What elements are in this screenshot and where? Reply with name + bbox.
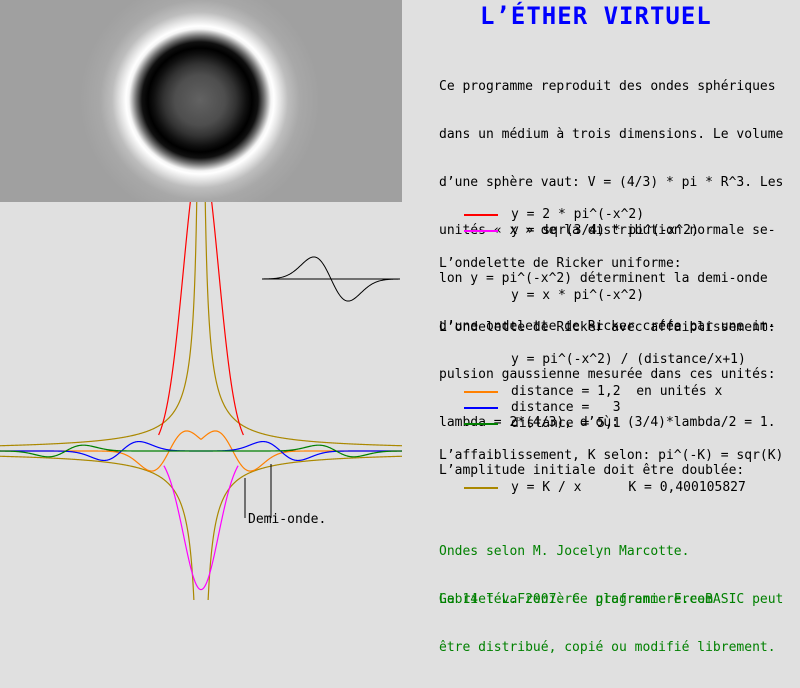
ricker-damped-equation: y = pi^(-x^2) / (distance/x+1) [511, 352, 746, 367]
license-line: être distribué, copié ou modifié libreme… [439, 640, 776, 655]
intro-line: L’amplitude initiale doit être doublée: [439, 463, 745, 478]
license-line: Le 14 fév. 2007. Ce programme FreeBASIC … [439, 592, 784, 607]
intro-line: dans un médium à trois dimensions. Le vo… [439, 127, 784, 142]
k-curve-upper-left [0, 202, 198, 447]
page-title: L’ÉTHER VIRTUEL [480, 2, 712, 30]
legend-swatch-green [464, 423, 498, 425]
intro-paragraph: Ce programme reproduit des ondes sphériq… [439, 47, 783, 511]
gaussian-red-line [158, 202, 244, 436]
license-text: Le 14 fév. 2007. Ce programme FreeBASIC … [439, 560, 783, 688]
k-curve-lower-left [0, 455, 195, 600]
legend-label-orange: distance = 1,2 en unités x [511, 384, 723, 399]
k-legend-label: y = K / x K = 0,400105827 [511, 480, 746, 495]
k-curve-lower-right [207, 455, 402, 600]
ricker-uniform-label: L’ondelette de Ricker uniforme: [439, 256, 682, 271]
info-panel: L’ÉTHER VIRTUEL Ce programme reproduit d… [402, 0, 800, 655]
ricker-uniform-equation: y = x * pi^(-x^2) [511, 288, 645, 303]
legend-swatch-red [464, 214, 498, 216]
spherical-wave-ring [0, 0, 402, 202]
ricker-uniform-chart [262, 256, 400, 302]
wave-ring-image [0, 0, 402, 202]
gaussian-magenta-line [163, 465, 239, 591]
intro-line: pulsion gaussienne mesurée dans ces unit… [439, 367, 776, 382]
intro-line: d’une sphère vaut: V = (4/3) * pi * R^3.… [439, 175, 784, 190]
legend-label-green: distance = 5,1 [511, 416, 621, 431]
intro-line: lon y = pi^(-x^2) déterminent la demi-on… [439, 271, 768, 286]
ricker-damped-label: L’ondelette de Ricker avec affaiblisseme… [439, 320, 776, 335]
intro-line: Ce programme reproduit des ondes sphériq… [439, 79, 776, 94]
legend-swatch-orange [464, 391, 498, 393]
legend-swatch-magenta [464, 230, 498, 232]
demi-onde-label: Demi-onde. [248, 512, 327, 527]
legend-label-magenta: y = sqr(3/4) * pi^(-x^2) [511, 223, 699, 238]
k-label: L’affaiblissement, K selon: pi^(-K) = sq… [439, 448, 784, 463]
legend-swatch-olive [464, 487, 498, 489]
legend-swatch-blue [464, 407, 498, 409]
credit-line: Ondes selon M. Jocelyn Marcotte. [439, 544, 690, 559]
legend-label-blue: distance = 3 [511, 400, 621, 415]
k-curve-upper-right [204, 202, 402, 447]
legend-label-red: y = 2 * pi^(-x^2) [511, 207, 645, 222]
